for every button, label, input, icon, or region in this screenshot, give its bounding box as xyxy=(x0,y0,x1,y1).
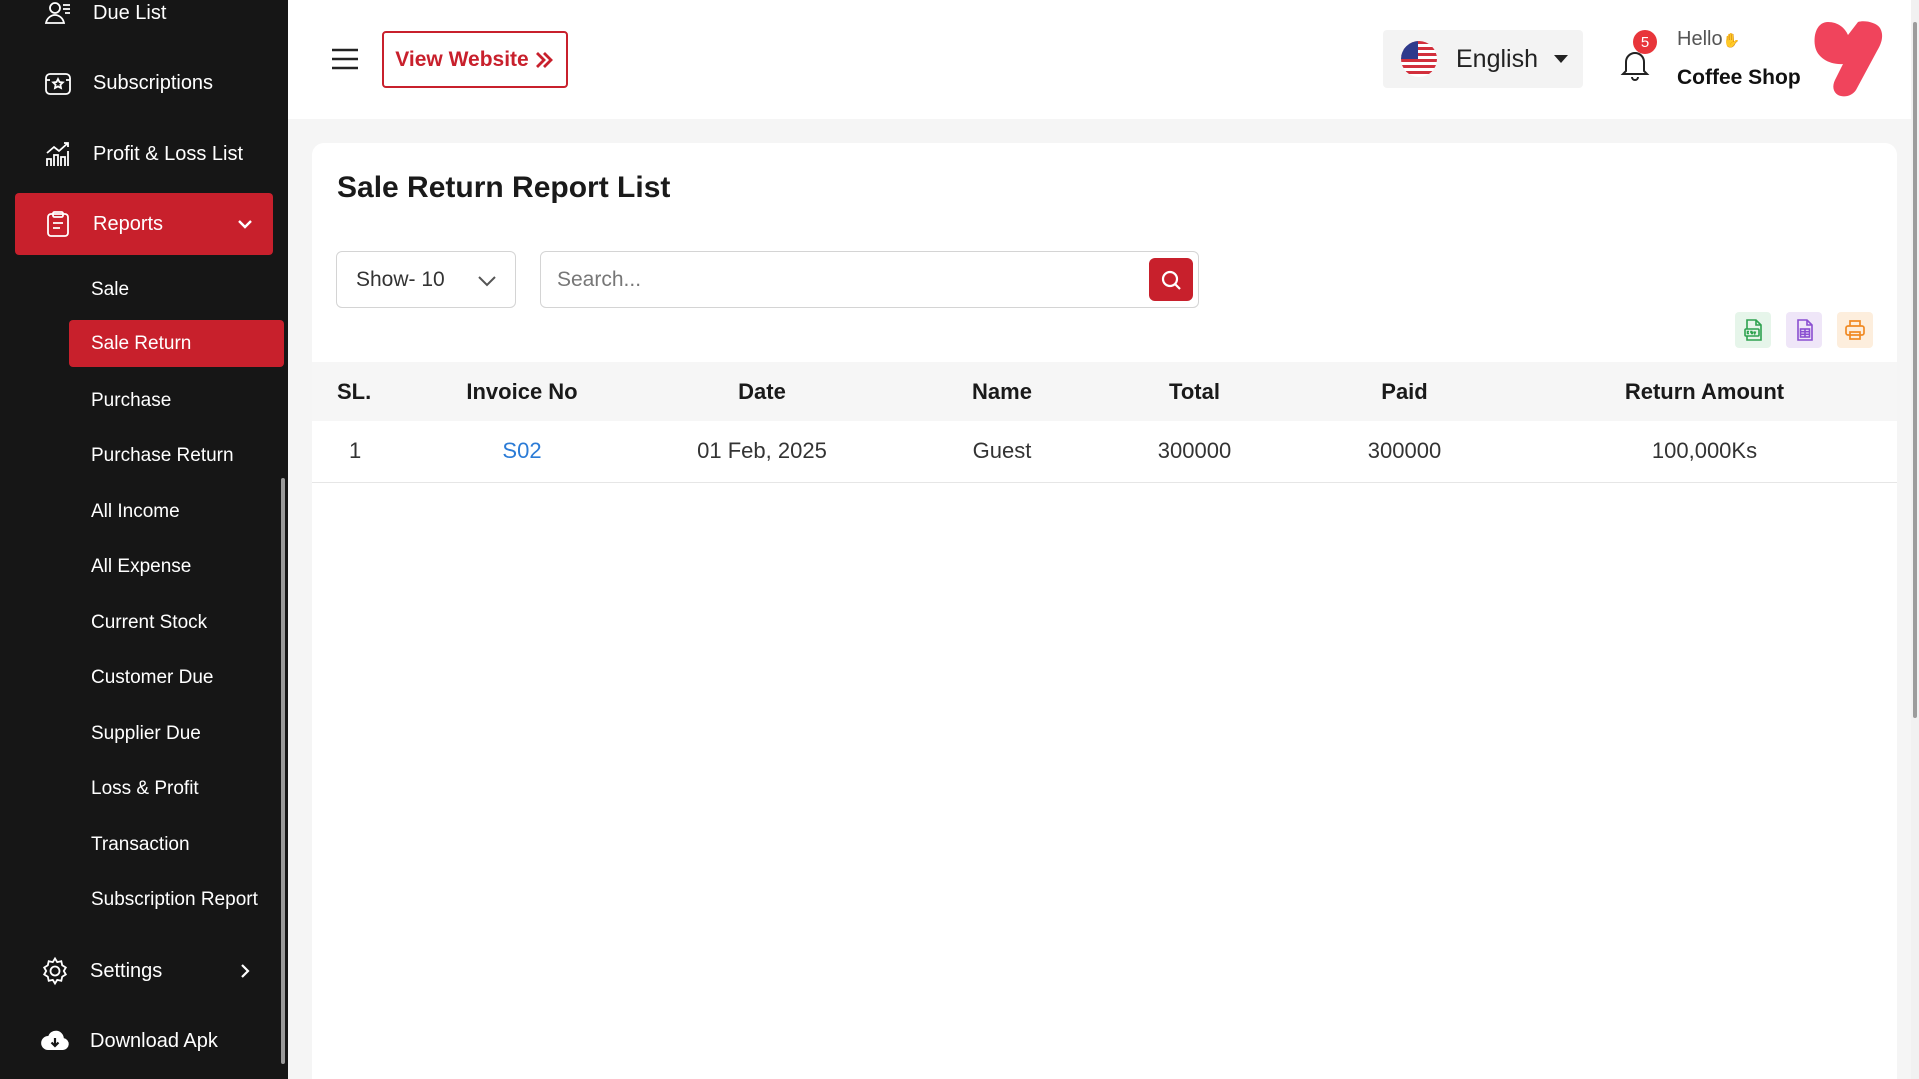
cell-invoice: S02 xyxy=(432,421,612,482)
page-size-label: Show- 10 xyxy=(356,267,445,291)
cloud-download-icon xyxy=(39,1025,71,1057)
export-excel-button[interactable] xyxy=(1786,312,1822,348)
sidebar-sub-label: Sale xyxy=(91,278,130,300)
sidebar-sub-all-income[interactable]: All Income xyxy=(69,488,284,535)
greeting: Hello✋ xyxy=(1677,28,1740,51)
sidebar-item-label: Profit & Loss List xyxy=(93,142,244,165)
sidebar-sub-label: Sale Return xyxy=(91,332,192,354)
sidebar-sub-label: Purchase Return xyxy=(91,444,234,466)
col-paid: Paid xyxy=(1381,378,1428,404)
cell-sl: 1 xyxy=(349,438,362,464)
top-header: View Website English 5 Hello✋ Coffee Sho… xyxy=(288,0,1919,119)
chevron-down-icon xyxy=(478,276,496,287)
chevron-down-icon xyxy=(238,220,252,229)
sidebar-sub-current-stock[interactable]: Current Stock xyxy=(69,599,284,646)
sidebar-sub-sale[interactable]: Sale xyxy=(69,266,284,313)
sidebar-sub-label: Loss & Profit xyxy=(91,777,199,799)
sidebar-sub-label: Transaction xyxy=(91,833,190,855)
double-chevron-right-icon xyxy=(535,51,553,68)
cell-return-amount: 100,000Ks xyxy=(1651,438,1758,464)
sidebar-sub-label: Customer Due xyxy=(91,666,214,688)
search-button[interactable] xyxy=(1149,258,1193,301)
invoice-link[interactable]: S02 xyxy=(502,438,541,463)
sidebar-sub-customer-due[interactable]: Customer Due xyxy=(69,654,284,701)
chart-icon xyxy=(42,138,74,170)
view-website-label: View Website xyxy=(395,47,529,71)
gear-icon xyxy=(39,955,71,987)
search-icon xyxy=(1161,270,1181,290)
subscription-icon xyxy=(42,67,74,99)
sidebar-item-label: Settings xyxy=(90,959,163,982)
page-title: Sale Return Report List xyxy=(337,171,671,204)
sidebar-item-subscriptions[interactable]: Subscriptions xyxy=(15,52,273,114)
greeting-text: Hello xyxy=(1677,28,1723,50)
sidebar-sub-sale-return[interactable]: Sale Return xyxy=(69,320,284,367)
sidebar-sub-label: Supplier Due xyxy=(91,722,201,744)
col-invoice-no: Invoice No xyxy=(466,378,578,404)
sidebar-scrollbar[interactable] xyxy=(281,478,285,1064)
sidebar-sub-purchase-return[interactable]: Purchase Return xyxy=(69,432,284,479)
sale-return-table: SL. Invoice No Date Name Total Paid Retu… xyxy=(312,362,1897,483)
page-scrollbar[interactable] xyxy=(1911,0,1919,1079)
sidebar-sub-label: Current Stock xyxy=(91,611,208,633)
print-button[interactable] xyxy=(1837,312,1873,348)
wave-hand-icon: ✋ xyxy=(1722,32,1741,48)
cell-name: Guest xyxy=(972,438,1032,464)
sidebar-item-reports[interactable]: Reports xyxy=(15,193,273,255)
sidebar-sub-supplier-due[interactable]: Supplier Due xyxy=(69,710,284,757)
sidebar-item-due-list[interactable]: Due List xyxy=(15,0,273,44)
notification-badge: 5 xyxy=(1633,30,1657,54)
col-name: Name xyxy=(972,378,1032,404)
sidebar-sub-label: All Expense xyxy=(91,555,192,577)
sidebar-sub-all-expense[interactable]: All Expense xyxy=(69,543,284,590)
sidebar-sub-purchase[interactable]: Purchase xyxy=(69,377,284,424)
col-sl: SL. xyxy=(337,378,372,404)
hamburger-menu-icon[interactable] xyxy=(330,44,360,74)
sidebar-sub-subscription-report[interactable]: Subscription Report xyxy=(69,876,284,923)
sidebar-item-label: Subscriptions xyxy=(93,71,214,94)
sidebar: Due List Subscriptions Profit & Loss Lis… xyxy=(0,0,288,1079)
sidebar-item-label: Reports xyxy=(93,212,164,235)
us-flag-icon xyxy=(1401,41,1437,77)
sidebar-sub-label: All Income xyxy=(91,500,180,522)
print-icon xyxy=(1845,320,1865,340)
clipboard-icon xyxy=(42,208,74,240)
sidebar-sub-transaction[interactable]: Transaction xyxy=(69,821,284,868)
col-date: Date xyxy=(738,378,786,404)
sidebar-sub-label: Subscription Report xyxy=(91,888,258,910)
language-label: English xyxy=(1456,44,1538,73)
col-return-amount: Return Amount xyxy=(1624,378,1785,404)
user-list-icon xyxy=(42,0,74,29)
shop-name: Coffee Shop xyxy=(1677,66,1801,89)
search-input[interactable] xyxy=(541,252,1141,307)
table-row: 1 S02 01 Feb, 2025 Guest 300000 300000 1… xyxy=(312,421,1897,482)
cell-paid: 300000 xyxy=(1367,438,1442,464)
sidebar-item-label: Download Apk xyxy=(90,1029,218,1052)
csv-icon xyxy=(1744,319,1762,341)
sidebar-sub-label: Purchase xyxy=(91,389,172,411)
table-header-row: SL. Invoice No Date Name Total Paid Retu… xyxy=(312,362,1897,421)
cell-total: 300000 xyxy=(1157,438,1232,464)
cell-date: 01 Feb, 2025 xyxy=(697,438,827,464)
sidebar-sub-loss-profit[interactable]: Loss & Profit xyxy=(69,765,284,812)
report-card: Sale Return Report List Show- 10 SL. Inv… xyxy=(312,143,1897,1079)
view-website-button[interactable]: View Website xyxy=(382,31,568,88)
sidebar-item-settings[interactable]: Settings xyxy=(15,940,273,1002)
chevron-right-icon xyxy=(241,964,250,978)
caret-down-icon xyxy=(1554,55,1568,63)
sidebar-item-download-apk[interactable]: Download Apk xyxy=(15,1010,273,1072)
page-size-select[interactable]: Show- 10 xyxy=(336,251,516,308)
brand-logo[interactable] xyxy=(1812,20,1884,98)
language-selector[interactable]: English xyxy=(1383,30,1583,88)
page-scrollbar-thumb[interactable] xyxy=(1913,22,1917,718)
sidebar-item-profit-loss-list[interactable]: Profit & Loss List xyxy=(15,123,273,185)
col-total: Total xyxy=(1169,378,1220,404)
search-box xyxy=(540,251,1199,308)
export-csv-button[interactable] xyxy=(1735,312,1771,348)
excel-icon xyxy=(1797,319,1813,341)
sidebar-item-label: Due List xyxy=(93,1,167,24)
